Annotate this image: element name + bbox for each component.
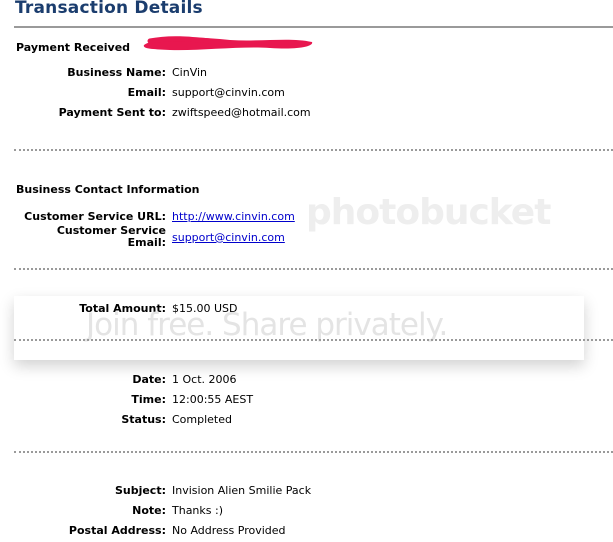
date-value: 1 Oct. 2006 [172,373,237,386]
payment-sent-to-value: zwiftspeed@hotmail.com [172,106,311,119]
status-value: Completed [172,413,232,426]
subject-label: Subject: [114,484,166,497]
title-divider [14,26,613,28]
section-divider [14,339,613,341]
business-name-label: Business Name: [67,66,166,79]
time-value: 12:00:55 AEST [172,393,254,406]
section-divider [14,149,613,151]
email-value: support@cinvin.com [172,86,285,99]
page-title: Transaction Details [15,0,203,18]
customer-service-url-label: Customer Service URL: [24,210,166,223]
redaction-scribble [143,36,313,51]
total-amount-value: $15.00 USD [172,302,238,315]
payment-received-heading: Payment Received [16,41,131,54]
email-label: Email: [127,86,166,99]
time-label: Time: [131,393,166,406]
postal-address-label: Postal Address: [68,524,166,537]
status-label: Status: [121,413,166,426]
customer-service-email-label-line2: Email: [127,236,166,249]
customer-service-email-link[interactable]: support@cinvin.com [172,231,285,244]
section-divider [14,268,613,270]
total-amount-label: Total Amount: [79,302,166,315]
subject-value: Invision Alien Smilie Pack [172,484,312,497]
business-name-value: CinVin [172,66,208,79]
note-value: Thanks :) [172,504,223,517]
section-divider [14,451,613,453]
customer-service-url-link[interactable]: http://www.cinvin.com [172,210,295,223]
note-label: Note: [132,504,166,517]
payment-sent-to-label: Payment Sent to: [58,106,166,119]
photobucket-watermark: photobucket [306,192,551,233]
date-label: Date: [132,373,166,386]
business-contact-heading: Business Contact Information [16,183,200,196]
postal-address-value: No Address Provided [172,524,286,537]
